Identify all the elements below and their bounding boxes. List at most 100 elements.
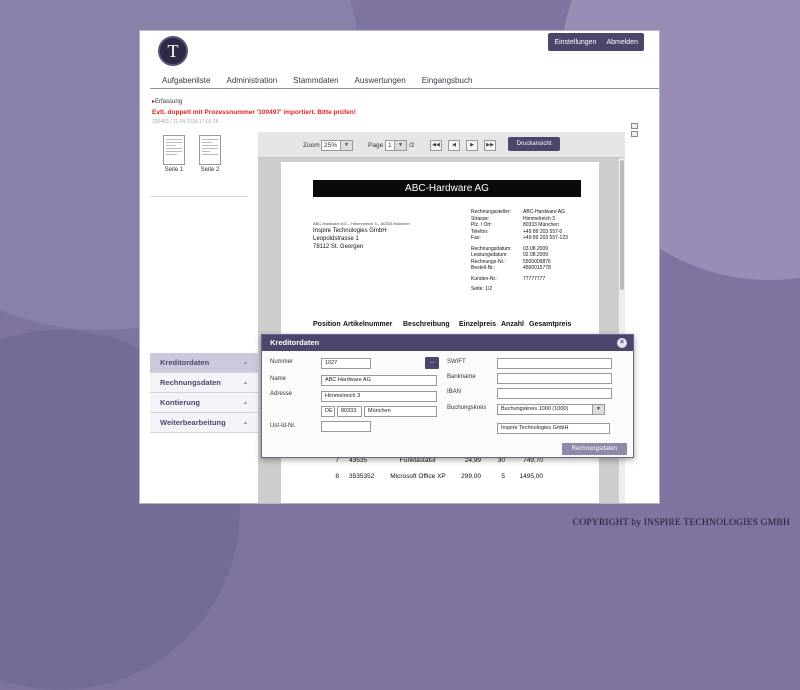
sidebar-divider — [150, 196, 248, 197]
cell-position: 8 — [335, 473, 339, 480]
scrollbar-thumb[interactable] — [620, 160, 624, 290]
column-header: Einzelpreis — [459, 321, 496, 328]
cell-description: Funktastatur — [399, 457, 437, 464]
accordion-label: Kontierung — [160, 398, 200, 407]
zoom-label: Zoom — [303, 142, 320, 149]
first-page-button[interactable]: ◀◀ — [430, 140, 442, 151]
column-header: Beschreibung — [403, 321, 450, 328]
label-name: Name — [270, 376, 287, 382]
table-row: 7 43535 Funktastatur 24,99 30 749,70 — [313, 457, 543, 464]
label-bankname: Bankname — [447, 374, 476, 380]
thumbnail-label: Seite 1 — [164, 167, 184, 173]
accordion-label: Rechnungsdaten — [160, 378, 221, 387]
print-icon[interactable] — [631, 123, 638, 129]
thumbnail-label: Seite 2 — [200, 167, 220, 173]
country-field[interactable]: DE — [321, 406, 335, 417]
label-nummer: Nummer — [270, 359, 294, 365]
swift-field[interactable] — [497, 358, 612, 369]
buchungskreis-value: Buchungskreis 1000 (1000) — [501, 406, 569, 412]
copy-icon[interactable] — [631, 131, 638, 137]
page-thumbnails: Seite 1 Seite 2 — [162, 135, 222, 173]
cell-total: 1495,00 — [519, 473, 544, 480]
last-page-button[interactable]: ▶▶ — [484, 140, 496, 151]
next-page-button[interactable]: ▶ — [466, 140, 478, 151]
nav-divider — [150, 88, 659, 89]
nav-item-auswertungen[interactable]: Auswertungen — [355, 76, 406, 85]
accordion-kontierung[interactable]: Kontierung ▲ — [150, 393, 258, 413]
page-thumbnail-image — [199, 135, 221, 165]
nav-item-stammdaten[interactable]: Stammdaten — [293, 76, 338, 85]
page-select[interactable]: 1 ▼ — [385, 140, 407, 151]
label-ustid: Ust-Id-Nr. — [270, 423, 296, 429]
accordion-weiterbearbeitung[interactable]: Weiterbearbeitung ▲ — [150, 413, 258, 433]
column-header: Anzahl — [501, 321, 524, 328]
chevron-down-icon: ▼ — [592, 405, 604, 414]
empfaenger-field[interactable]: Inspire Technologies GmbH — [497, 423, 610, 434]
zoom-select[interactable]: 25% ▼ — [321, 140, 353, 151]
detail-value: 4500015778 — [523, 265, 551, 271]
column-header: Artikelnummer — [343, 321, 393, 328]
dialog-title: Kreditordaten — [270, 338, 320, 347]
close-icon[interactable]: × — [617, 338, 627, 348]
logout-link[interactable]: Abmelden — [606, 39, 638, 46]
cell-article: 43535 — [349, 457, 368, 464]
accordion-rechnungsdaten[interactable]: Rechnungsdaten ▲ — [150, 373, 258, 393]
application-window: T Einstellungen Abmelden Aufgabenliste A… — [139, 30, 660, 504]
ustid-field[interactable] — [321, 421, 371, 432]
recipient-line: Leopoldstrasse 1 — [313, 236, 359, 242]
street-field[interactable]: Himmelreich 3 — [321, 391, 437, 402]
chevron-icon: ▲ — [243, 379, 248, 386]
thumbnail-page-1[interactable]: Seite 1 — [162, 135, 186, 173]
bankname-field[interactable] — [497, 373, 612, 384]
page-value: 1 — [388, 142, 392, 149]
zip-field[interactable]: 80333 — [337, 406, 362, 417]
settings-link[interactable]: Einstellungen — [554, 39, 596, 46]
rechnungsdaten-button[interactable]: Rechnungsdaten — [561, 443, 627, 455]
nav-item-eingangsbuch[interactable]: Eingangsbuch — [422, 76, 473, 85]
page-label: Page — [368, 142, 384, 149]
iban-field[interactable] — [497, 388, 612, 399]
nummer-field[interactable]: 1027 — [321, 358, 371, 369]
process-meta: 100483 / 11.04.2018 17:01:28 — [152, 119, 219, 125]
chevron-icon: ▲ — [243, 399, 248, 406]
page-thumbnail-image — [163, 135, 185, 165]
breadcrumb[interactable]: Erfassung — [152, 98, 182, 105]
cell-unit-price: 24,99 — [464, 457, 481, 464]
recipient-line: Inspire Technologies GmbH — [313, 228, 387, 234]
kreditor-search-button[interactable]: ... — [425, 357, 439, 369]
buchungskreis-select[interactable]: Buchungskreis 1000 (1000) ▼ — [497, 404, 605, 415]
label-adresse: Adresse — [270, 391, 293, 397]
invoice-detail-row: Seite: 1/2 — [471, 286, 568, 293]
accordion-kreditordaten[interactable]: Kreditordaten ▲ — [150, 353, 258, 373]
label-swift: SWIFT — [447, 359, 466, 365]
cell-quantity: 5 — [501, 473, 505, 480]
cell-position: 7 — [335, 457, 339, 464]
recipient-block: ABC-Hardware AG – Himmelreich 3 – 80333 … — [313, 221, 410, 251]
cell-description: Microsoft Office XP — [390, 473, 446, 480]
viewer-toolbar: Zoom 25% ▼ Page 1 ▼ /2 ◀◀ ◀ ▶ ▶▶ Druckan… — [258, 132, 625, 158]
recipient-line: 78112 St. Georgen — [313, 244, 364, 250]
invoice-table-header: Position Artikelnummer Beschreibung Einz… — [313, 321, 571, 328]
copyright-text: COPYRIGHT by INSPIRE TECHNOLOGIES GMBH — [572, 518, 790, 528]
main-nav: Aufgabenliste Administration Stammdaten … — [162, 76, 472, 85]
table-row: 8 3535352 Microsoft Office XP 299,00 5 1… — [313, 473, 543, 481]
viewer-side-tools — [631, 123, 639, 143]
nav-item-administration[interactable]: Administration — [226, 76, 277, 85]
thumbnail-page-2[interactable]: Seite 2 — [198, 135, 222, 173]
duplicate-warning: Evtl. doppelt mit Prozessnummer '100497'… — [152, 109, 356, 116]
print-view-button[interactable]: Druckansicht — [508, 137, 560, 151]
invoice-details: Rechnungssteller: ABC-Hardware AG Strasse:… — [471, 209, 568, 293]
detail-value: 77777777 — [523, 275, 546, 282]
chevron-down-icon: ▼ — [394, 141, 406, 150]
name-field[interactable]: ABC Hardware AG — [321, 375, 437, 386]
prev-page-button[interactable]: ◀ — [448, 140, 460, 151]
app-logo: T — [158, 36, 188, 66]
column-header: Gesamtpreis — [529, 321, 572, 328]
city-field[interactable]: München — [364, 406, 437, 417]
chevron-icon: ▲ — [243, 419, 248, 426]
label-iban: IBAN — [447, 389, 462, 395]
invoice-company-header: ABC-Hardware AG — [313, 180, 581, 197]
chevron-icon: ▲ — [243, 359, 248, 366]
chevron-down-icon: ▼ — [340, 141, 352, 150]
nav-item-aufgabenliste[interactable]: Aufgabenliste — [162, 76, 210, 85]
